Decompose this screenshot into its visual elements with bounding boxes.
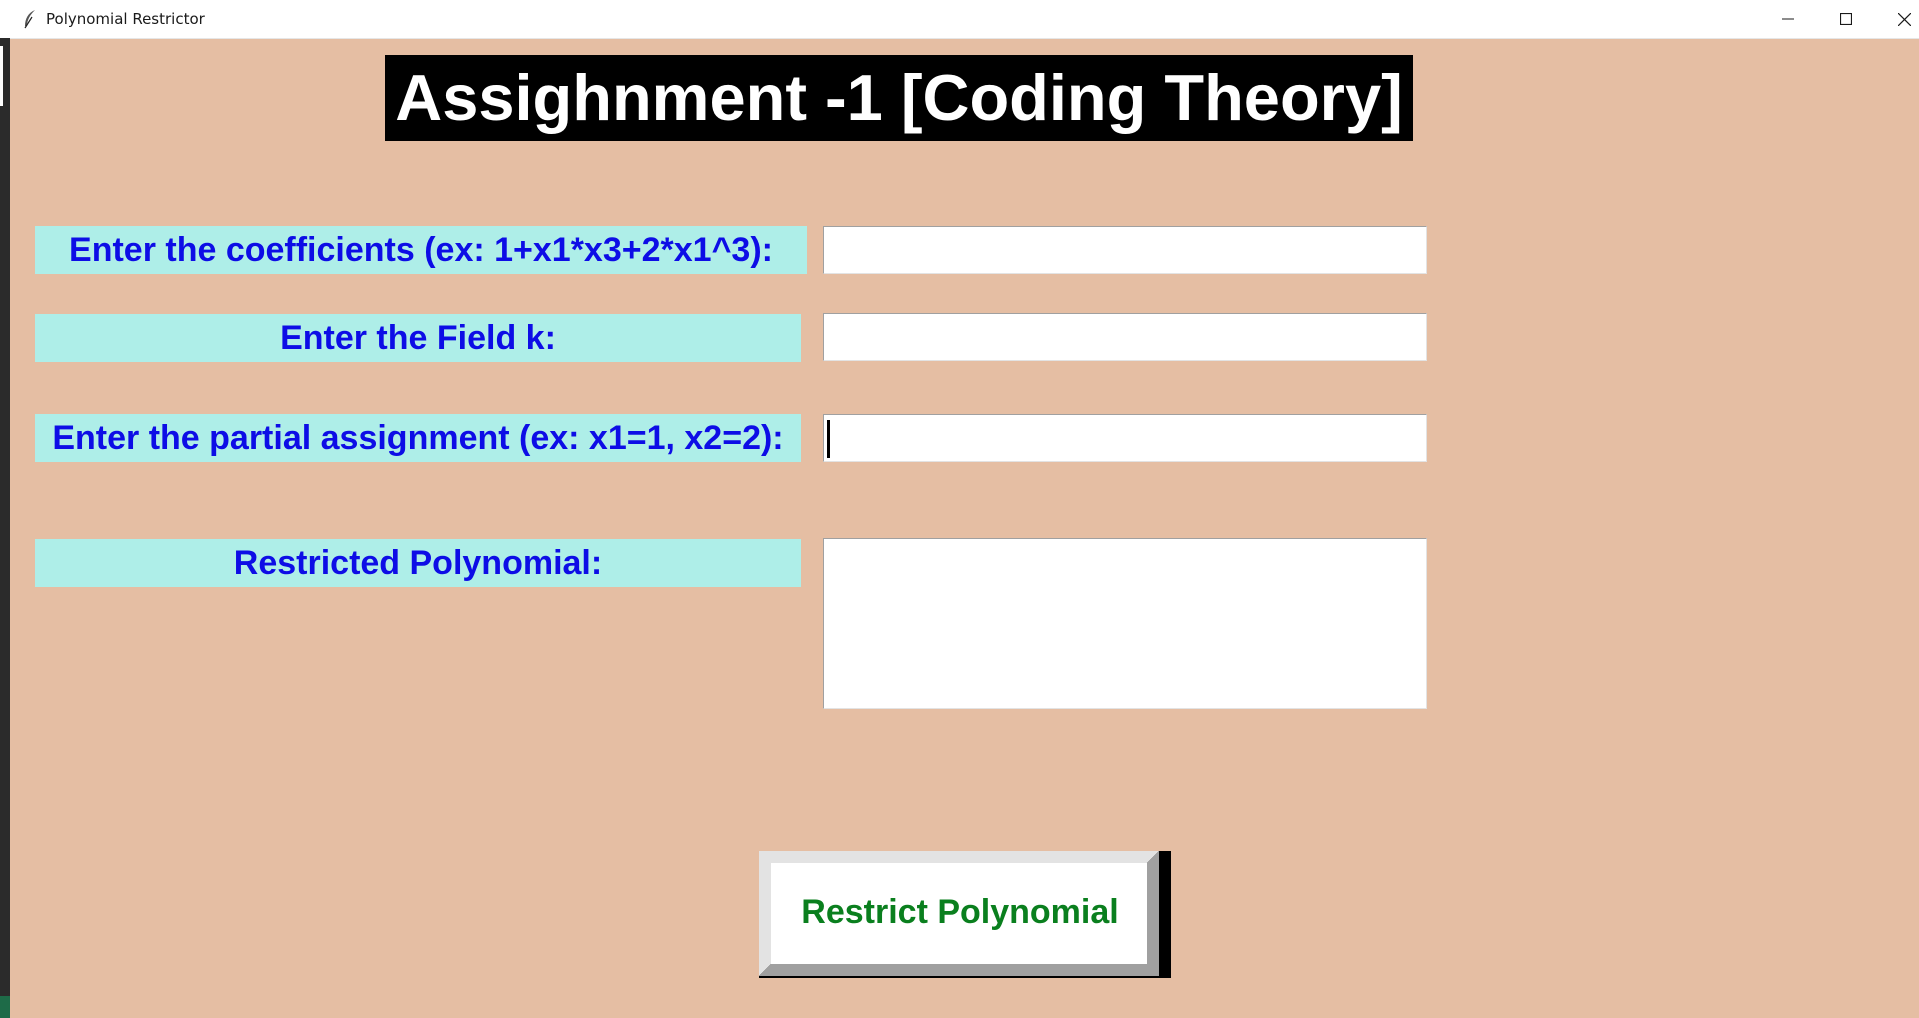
close-button[interactable] xyxy=(1875,0,1919,38)
title-bar: Polynomial Restrictor xyxy=(0,0,1919,39)
restrict-polynomial-button[interactable]: Restrict Polynomial xyxy=(759,851,1171,978)
app-window: Polynomial Restrictor Assighnment -1 [Co… xyxy=(0,0,1919,1018)
desktop-edge xyxy=(0,38,10,1018)
field-k-input[interactable] xyxy=(823,313,1427,361)
restricted-polynomial-label: Restricted Polynomial: xyxy=(35,539,801,587)
window-title: Polynomial Restrictor xyxy=(46,10,205,28)
feather-icon xyxy=(22,9,38,29)
restrict-polynomial-label: Restrict Polynomial xyxy=(801,892,1119,931)
coefficients-input[interactable] xyxy=(823,226,1427,274)
minimize-icon xyxy=(1782,18,1794,20)
minimize-button[interactable] xyxy=(1759,0,1817,38)
field-k-label: Enter the Field k: xyxy=(35,314,801,362)
maximize-button[interactable] xyxy=(1817,0,1875,38)
coefficients-label: Enter the coefficients (ex: 1+x1*x3+2*x1… xyxy=(35,226,807,274)
text-caret xyxy=(827,420,830,458)
restricted-polynomial-output[interactable] xyxy=(823,538,1427,709)
partial-assignment-input[interactable] xyxy=(823,414,1427,462)
close-icon xyxy=(1897,12,1911,26)
edge-green-block xyxy=(0,996,10,1018)
page-title: Assighnment -1 [Coding Theory] xyxy=(385,55,1413,141)
maximize-icon xyxy=(1840,13,1852,25)
partial-assignment-label: Enter the partial assignment (ex: x1=1, … xyxy=(35,414,801,462)
edge-highlight xyxy=(0,46,3,106)
